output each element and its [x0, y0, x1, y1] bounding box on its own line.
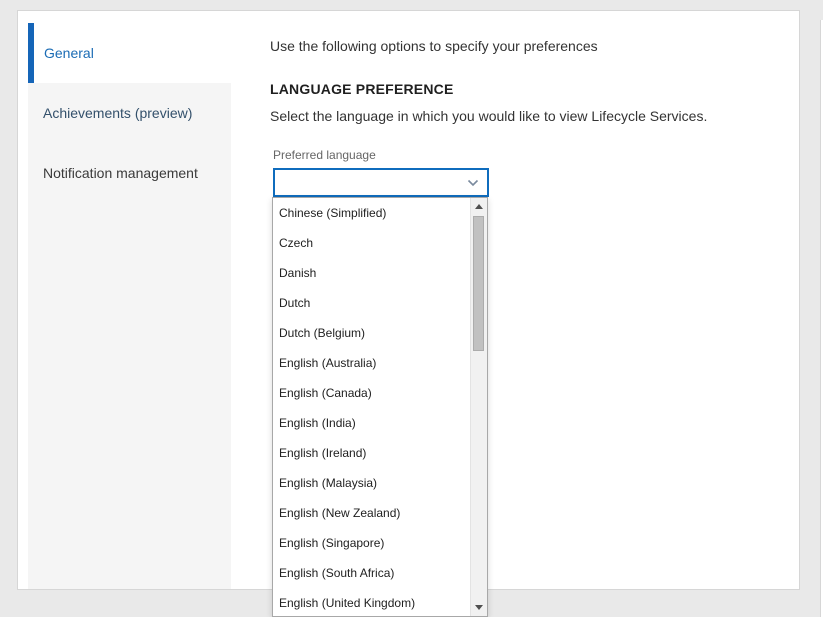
sidebar-item-notification-management[interactable]: Notification management [28, 143, 231, 203]
preferences-sidebar: General Achievements (preview) Notificat… [28, 23, 231, 589]
chevron-down-icon [467, 179, 479, 187]
preferred-language-label: Preferred language [273, 148, 376, 162]
triangle-down-icon [475, 605, 483, 610]
language-option-dutch-belgium[interactable]: Dutch (Belgium) [273, 318, 470, 348]
scroll-up-button[interactable] [471, 198, 487, 215]
language-options: Chinese (Simplified) Czech Danish Dutch … [273, 198, 470, 616]
scroll-down-button[interactable] [471, 599, 487, 616]
language-option-english-ireland[interactable]: English (Ireland) [273, 438, 470, 468]
language-dropdown-list: Chinese (Simplified) Czech Danish Dutch … [272, 197, 488, 617]
sidebar-item-notification-management-label: Notification management [43, 165, 198, 181]
sidebar-item-achievements[interactable]: Achievements (preview) [28, 83, 231, 143]
language-option-english-singapore[interactable]: English (Singapore) [273, 528, 470, 558]
language-preference-heading: LANGUAGE PREFERENCE [270, 81, 453, 97]
preferences-screen: General Achievements (preview) Notificat… [0, 0, 823, 617]
triangle-up-icon [475, 204, 483, 209]
preferences-intro-text: Use the following options to specify you… [270, 38, 598, 54]
language-option-czech[interactable]: Czech [273, 228, 470, 258]
language-option-english-canada[interactable]: English (Canada) [273, 378, 470, 408]
language-option-dutch[interactable]: Dutch [273, 288, 470, 318]
language-option-english-new-zealand[interactable]: English (New Zealand) [273, 498, 470, 528]
sidebar-item-achievements-label: Achievements (preview) [43, 105, 192, 121]
language-option-english-india[interactable]: English (India) [273, 408, 470, 438]
language-preference-description: Select the language in which you would l… [270, 108, 707, 124]
sidebar-item-general-label: General [44, 45, 94, 61]
language-option-english-united-kingdom[interactable]: English (United Kingdom) [273, 588, 470, 616]
language-option-english-malaysia[interactable]: English (Malaysia) [273, 468, 470, 498]
preferred-language-select[interactable] [273, 168, 489, 197]
scrollbar-thumb[interactable] [473, 216, 484, 351]
sidebar-item-general[interactable]: General [28, 23, 231, 83]
language-option-english-south-africa[interactable]: English (South Africa) [273, 558, 470, 588]
language-option-chinese-simplified[interactable]: Chinese (Simplified) [273, 198, 470, 228]
language-option-english-australia[interactable]: English (Australia) [273, 348, 470, 378]
dropdown-scrollbar[interactable] [470, 198, 487, 616]
language-option-danish[interactable]: Danish [273, 258, 470, 288]
